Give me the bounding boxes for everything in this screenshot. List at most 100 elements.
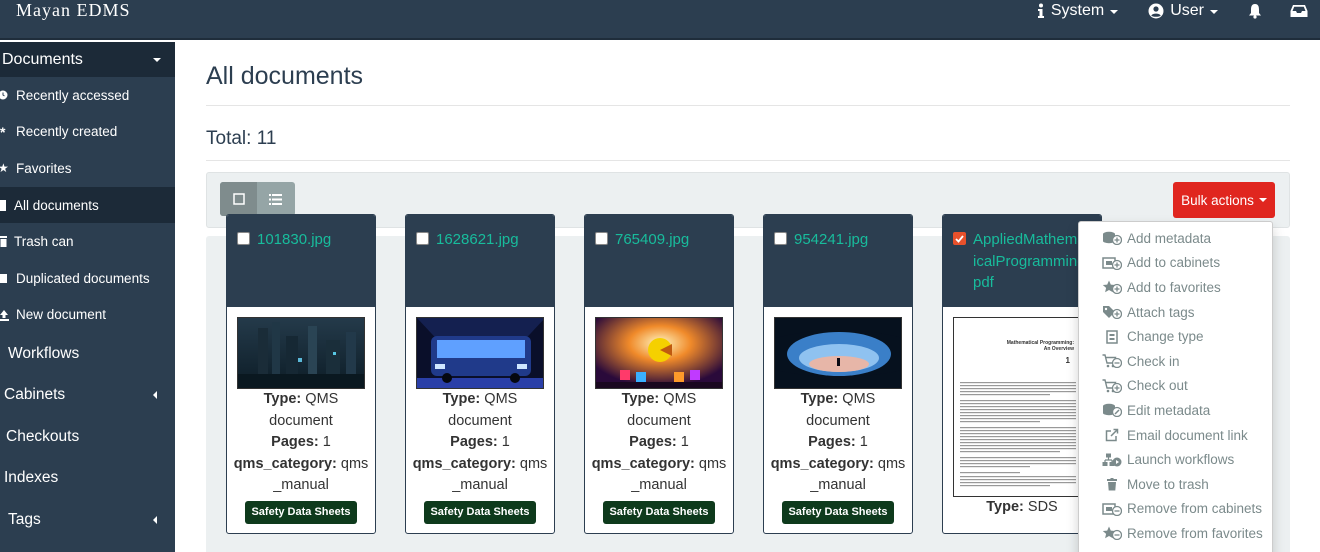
top-navbar: Mayan EDMS System User [0,0,1320,40]
document-thumbnail[interactable] [774,317,902,389]
upload-icon [0,309,14,321]
copy-icon [0,273,14,284]
checkmark-icon [955,234,964,243]
sidebar-item-new-document[interactable]: New document [0,297,175,334]
tag-badge[interactable]: Safety Data Sheets [603,500,715,524]
list-view-button[interactable] [257,182,294,216]
sidebar-item-label: Duplicated documents [16,270,150,286]
menu-item-edit-metadata[interactable]: Edit metadata [1079,398,1272,423]
menu-item-add-to-favorites[interactable]: Add to favorites [1079,275,1272,300]
metadata-label: qms_category: [412,455,516,472]
document-details: Type: QMS document Pages: 1 qms_category… [227,389,375,524]
menu-item-label: Check in [1127,353,1180,369]
cabinet-minus-icon [1101,501,1123,517]
trash-icon [0,236,12,248]
tag-badge[interactable]: Safety Data Sheets [245,500,357,524]
chevron-down-icon [1210,10,1218,14]
menu-item-label: Add metadata [1127,230,1212,246]
select-checkbox-checked[interactable] [953,232,966,245]
document-card: 1628621.jpg Type: QMS document Pages: 1 … [405,214,555,534]
document-thumbnail[interactable] [416,317,544,389]
bulk-actions-button[interactable]: Bulk actions [1173,182,1275,218]
chevron-down-icon [1110,10,1119,14]
sidebar-item-all-documents[interactable]: All documents [0,186,175,224]
pages-value: 1 [859,434,868,450]
database-edit-icon [1101,402,1123,418]
document-thumbnail[interactable] [595,317,723,389]
list-icon [269,193,282,205]
user-circle-icon [1148,3,1164,19]
document-card-header: 101830.jpg [227,215,375,307]
document-link[interactable]: 765409.jpg [615,229,689,251]
select-checkbox[interactable] [774,232,787,245]
chevron-left-icon [153,391,157,400]
select-checkbox[interactable] [595,232,608,245]
menu-item-email-document-link[interactable]: Email document link [1079,423,1272,448]
tag-badge[interactable]: Safety Data Sheets [782,500,894,524]
sidebar-item-label: Recently accessed [16,87,130,103]
brand-logo[interactable]: Mayan EDMS [16,0,131,20]
sidebar-item-label: Cabinets [4,386,66,404]
sidebar-documents-header[interactable]: Documents [0,42,175,77]
info-icon [1037,3,1044,18]
pages-value: 1 [322,434,331,450]
divider [206,160,1290,161]
clock-icon [0,90,14,100]
menu-item-check-in[interactable]: Check in [1079,349,1272,374]
chevron-down-icon [153,57,161,62]
system-menu[interactable]: System [1037,2,1119,20]
tag-badge[interactable]: Safety Data Sheets [424,500,536,524]
sidebar-item-cabinets[interactable]: Cabinets [0,375,175,417]
select-checkbox[interactable] [237,232,250,245]
cart-minus-icon [1101,353,1123,369]
menu-item-launch-workflows[interactable]: Launch workflows [1079,447,1272,472]
document-details: Type: QMS document Pages: 1 qms_category… [406,389,554,524]
menu-item-label: Launch workflows [1127,452,1235,468]
sidebar-item-workflows[interactable]: Workflows [0,333,175,375]
menu-item-change-type[interactable]: Change type [1079,324,1272,349]
sidebar-item-label: Recently created [16,124,118,140]
page-title: All documents [206,62,364,90]
sidebar-item-favorites[interactable]: ★ Favorites [0,150,175,187]
sidebar-item-duplicated-documents[interactable]: Duplicated documents [0,260,175,297]
menu-item-add-metadata[interactable]: Add metadata [1079,226,1272,251]
inbox-button[interactable] [1290,4,1308,18]
menu-item-remove-from-favorites[interactable]: Remove from favorites [1079,521,1272,546]
document-link[interactable]: 101830.jpg [257,229,331,251]
select-checkbox[interactable] [416,232,429,245]
sidebar-item-recently-created[interactable]: * Recently created [0,114,175,151]
bulk-actions-menu: Add metadata Add to cabinets Add to favo… [1078,221,1273,552]
document-link[interactable]: 1628621.jpg [436,229,519,251]
sidebar-item-label: Trash can [14,234,74,250]
star-icon: ★ [0,161,9,176]
asterisk-icon: * [0,123,6,140]
document-thumbnail[interactable] [237,317,365,389]
document-link[interactable]: 954241.jpg [794,229,868,251]
menu-item-add-to-cabinets[interactable]: Add to cabinets [1079,251,1272,276]
menu-item-remove-from-cabinets[interactable]: Remove from cabinets [1079,497,1272,522]
trash-icon [1101,476,1123,492]
document-link[interactable]: AppliedMathematicalProgramming.pdf [973,229,1091,294]
menu-item-label: Check out [1127,378,1188,394]
sidebar-item-trash-can[interactable]: Trash can [0,223,175,260]
sidebar-item-label: Tags [8,510,41,528]
chevron-left-icon [153,515,157,524]
sidebar-item-checkouts[interactable]: Checkouts [0,416,175,458]
sidebar-item-tags[interactable]: Tags [0,499,175,541]
type-label: Type: [263,391,302,407]
sidebar-item-indexes[interactable]: Indexes [0,458,175,500]
menu-item-attach-tags[interactable]: Attach tags [1079,300,1272,325]
sidebar-item-recently-accessed[interactable]: Recently accessed [0,77,175,114]
sitemap-icon [1101,452,1123,468]
menu-item-check-out[interactable]: Check out [1079,374,1272,399]
user-menu[interactable]: User [1148,2,1218,20]
notifications-button[interactable] [1248,3,1262,19]
chevron-down-icon [1258,198,1267,202]
menu-item-move-to-trash[interactable]: Move to trash [1079,472,1272,497]
inbox-icon [1290,5,1308,17]
document-thumbnail[interactable]: Mathematical Programming: An Overview 1 [953,317,1081,497]
grid-view-button[interactable] [220,182,257,216]
document-card: 954241.jpg Type: QMS document Pages: 1 q… [763,214,913,534]
file-type-icon [1101,329,1123,345]
document-card-header: 765409.jpg [585,215,733,307]
